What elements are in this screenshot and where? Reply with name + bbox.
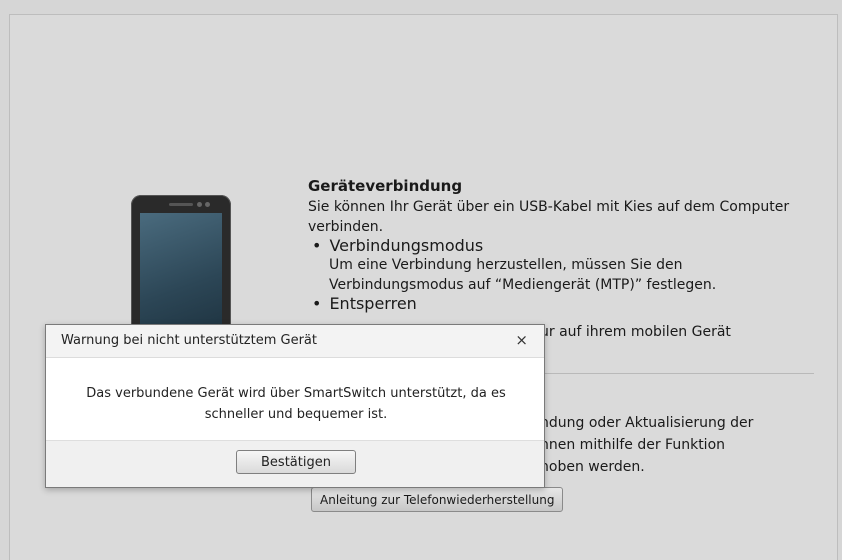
dialog-title: Warnung bei nicht unterstütztem Gerät <box>61 333 317 348</box>
dialog-titlebar: Warnung bei nicht unterstütztem Gerät × <box>46 325 544 358</box>
restore-text-line: nnen mithilfe der Funktion <box>540 437 726 453</box>
bullet-connection-mode: Verbindungsmodus <box>308 237 828 255</box>
dialog-message: Das verbundene Gerät wird über SmartSwit… <box>86 386 506 422</box>
confirm-button[interactable]: Bestätigen <box>236 450 356 474</box>
intro-text: Sie können Ihr Gerät über ein USB-Kabel … <box>308 199 790 235</box>
restore-text-line: ndung oder Aktualisierung der <box>540 415 754 431</box>
phone-restore-guide-button[interactable]: Anleitung zur Telefonwiederherstellung <box>311 487 564 512</box>
restore-text-line: hoben werden. <box>540 459 645 475</box>
device-connection-section: Geräteverbindung Sie können Ihr Gerät üb… <box>308 175 828 313</box>
smartphone-icon <box>131 195 231 335</box>
section-heading: Geräteverbindung <box>308 177 463 195</box>
restore-text: ndung oder Aktualisierung der nnen mithi… <box>540 412 753 478</box>
unlock-text: ur auf ihrem mobilen Gerät <box>540 324 731 340</box>
connection-mode-text: Um eine Verbindung herzustellen, müssen … <box>329 257 717 293</box>
bullet-unlock: Entsperren <box>308 295 828 313</box>
close-icon[interactable]: × <box>515 331 528 349</box>
dialog-footer: Bestätigen <box>46 440 544 487</box>
unsupported-device-dialog: Warnung bei nicht unterstütztem Gerät × … <box>45 324 545 488</box>
